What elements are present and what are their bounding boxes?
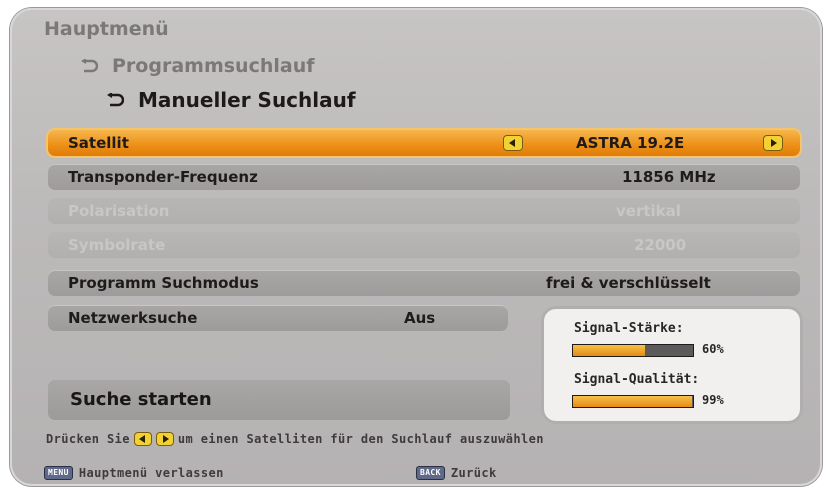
back-hint[interactable]: BACK Zurück xyxy=(416,466,497,480)
breadcrumb-label: Programmsuchlauf xyxy=(112,55,315,77)
polarisation-row: Polarisation vertikal xyxy=(48,198,800,224)
back-key-icon: BACK xyxy=(416,466,445,480)
satellite-label: Satellit xyxy=(68,134,129,152)
polarisation-value: vertikal xyxy=(616,202,681,220)
main-menu-panel: Hauptmenü Programmsuchlauf Manueller Suc… xyxy=(10,8,822,486)
signal-strength-label: Signal-Stärke: xyxy=(574,321,684,336)
search-mode-row[interactable]: Programm Suchmodus frei & verschlüsselt xyxy=(48,270,800,296)
back-label: Zurück xyxy=(450,466,497,480)
signal-quality-percent: 99% xyxy=(702,393,724,407)
return-arrow-icon xyxy=(106,93,124,107)
symbolrate-label: Symbolrate xyxy=(68,236,166,254)
right-arrow-icon xyxy=(155,432,174,446)
start-search-label: Suche starten xyxy=(70,389,212,410)
hint-text: Drücken Sie um einen Satelliten für den … xyxy=(46,432,544,446)
return-arrow-icon xyxy=(80,59,98,73)
satellite-row[interactable]: Satellit ASTRA 19.2E xyxy=(48,130,800,156)
hint-after: um einen Satelliten für den Suchlauf aus… xyxy=(177,432,544,446)
transponder-frequency-row[interactable]: Transponder-Frequenz 11856 MHz xyxy=(48,164,800,190)
symbolrate-row: Symbolrate 22000 xyxy=(48,232,800,258)
breadcrumb-program-search: Programmsuchlauf xyxy=(80,55,315,77)
signal-strength-bar xyxy=(572,344,694,357)
left-arrow-icon[interactable] xyxy=(503,135,523,151)
hint-before: Drücken Sie xyxy=(46,432,130,446)
network-search-row[interactable]: Netzwerksuche Aus xyxy=(48,305,508,331)
page-title: Manueller Suchlauf xyxy=(106,88,356,112)
right-arrow-icon[interactable] xyxy=(763,135,783,151)
exit-menu-label: Hauptmenü verlassen xyxy=(78,466,224,480)
satellite-value: ASTRA 19.2E xyxy=(576,134,685,152)
frequency-value: 11856 MHz xyxy=(622,168,716,186)
signal-quality-label: Signal-Qualität: xyxy=(574,372,700,387)
frequency-label: Transponder-Frequenz xyxy=(68,168,258,186)
symbolrate-value: 22000 xyxy=(634,236,687,254)
signal-quality-fill xyxy=(573,396,692,407)
signal-strength-fill xyxy=(573,345,645,356)
menu-key-icon: MENU xyxy=(44,466,73,480)
page-title-label: Manueller Suchlauf xyxy=(138,88,356,112)
polarisation-label: Polarisation xyxy=(68,202,170,220)
signal-strength-percent: 60% xyxy=(702,342,724,356)
signal-box: Signal-Stärke: 60% Signal-Qualität: 99% xyxy=(544,309,800,421)
network-search-value: Aus xyxy=(404,309,436,327)
search-mode-label: Programm Suchmodus xyxy=(68,274,259,292)
left-arrow-icon xyxy=(133,432,152,446)
breadcrumb-main-menu: Hauptmenü xyxy=(44,18,169,40)
search-mode-value: frei & verschlüsselt xyxy=(546,274,711,292)
exit-menu-hint[interactable]: MENU Hauptmenü verlassen xyxy=(44,466,224,480)
start-search-button[interactable]: Suche starten xyxy=(48,380,510,420)
signal-quality-bar xyxy=(572,395,694,408)
network-search-label: Netzwerksuche xyxy=(68,309,198,327)
